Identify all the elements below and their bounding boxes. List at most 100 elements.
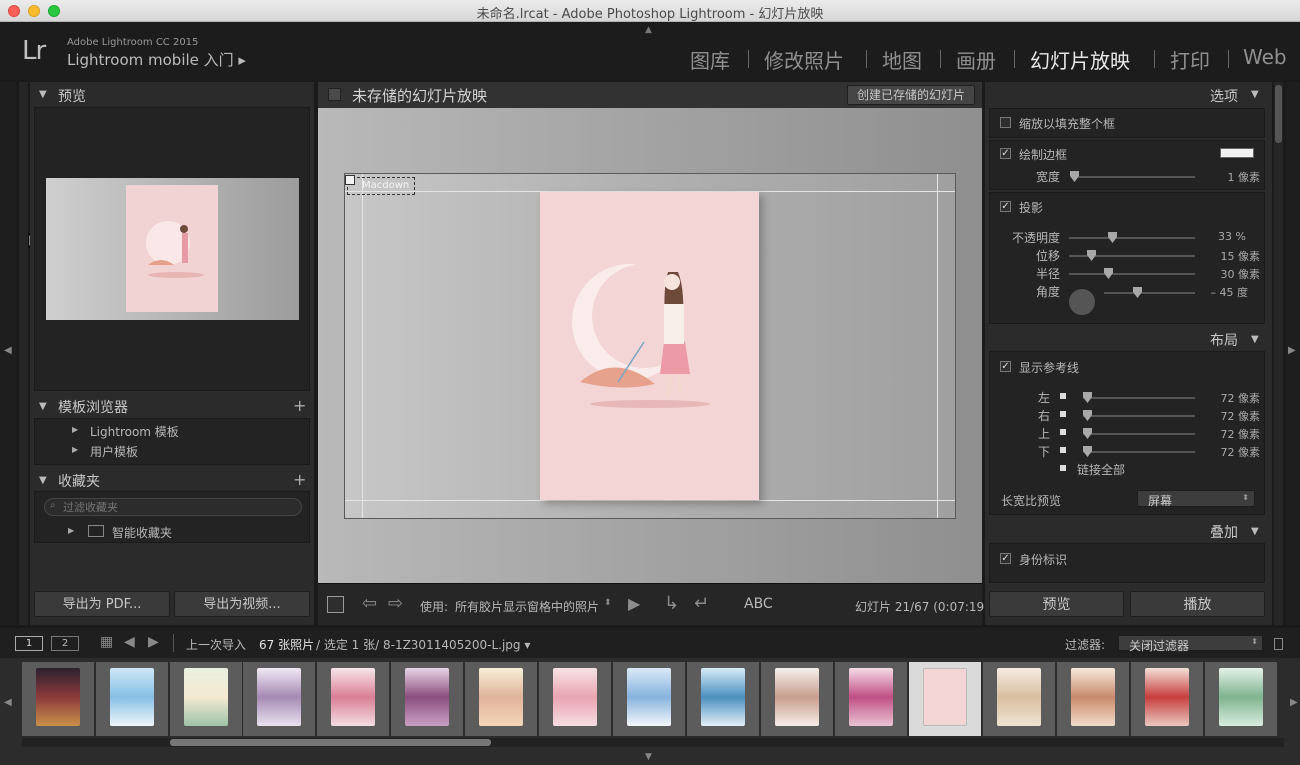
expand-triangle-icon[interactable]: ▶ [68,526,74,535]
add-text-button[interactable]: ABC [744,596,773,612]
collapse-left-icon[interactable]: ◀ [4,345,12,356]
mobile-link[interactable]: Lightroom mobile 入门 ▸ [67,49,246,70]
filmstrip-cell[interactable] [317,662,389,736]
guide-right-slider-track[interactable] [1083,415,1195,417]
rotate-right-icon[interactable]: ↳ [664,593,679,614]
primary-window-button[interactable]: 1 [15,636,43,651]
angle-value[interactable]: – 45 度 [1200,284,1249,300]
link-all-label[interactable]: 链接全部 [1077,461,1125,478]
export-pdf-button[interactable]: 导出为 PDF... [34,591,170,617]
template-folder-lightroom[interactable]: Lightroom 模板 [90,423,179,440]
add-collection-icon[interactable]: + [293,470,306,489]
width-slider-track[interactable] [1071,176,1195,178]
next-arrow-icon[interactable]: ⇨ [388,593,403,614]
filmstrip-cell-selected[interactable] [909,662,981,736]
template-folder-user[interactable]: 用户模板 [90,443,138,460]
filmstrip-cell[interactable] [465,662,537,736]
link-all-toggle[interactable] [1060,465,1066,471]
filmstrip-cell[interactable] [613,662,685,736]
guide-top-value[interactable]: 72 像素 [1200,426,1261,442]
filmstrip-cell[interactable] [96,662,168,736]
collapse-triangle-icon[interactable]: ▼ [39,475,47,486]
guide-link-toggle[interactable] [1060,393,1066,399]
guide-link-toggle[interactable] [1060,411,1066,417]
add-template-icon[interactable]: + [293,396,306,415]
expand-triangle-icon[interactable]: ▶ [72,445,78,454]
filmstrip-cell[interactable] [22,662,94,736]
collapse-triangle-icon[interactable]: ▼ [1251,334,1259,345]
grid-view-icon[interactable]: ▦ [100,634,113,650]
collapse-triangle-icon[interactable]: ▼ [39,89,47,100]
select-stepper-icon[interactable]: ⬍ [604,598,612,608]
module-slideshow[interactable]: 幻灯片放映 [1030,45,1130,74]
filmstrip-cell[interactable] [170,662,242,736]
export-video-button[interactable]: 导出为视频... [174,591,310,617]
collapse-triangle-icon[interactable]: ▼ [39,401,47,412]
collection-smart[interactable]: 智能收藏夹 [112,524,172,541]
module-book[interactable]: 画册 [956,45,996,74]
guide-link-toggle[interactable] [1060,447,1066,453]
shadow-checkbox[interactable]: ✓ [1000,201,1011,212]
guide-top-slider-track[interactable] [1083,433,1195,435]
resize-handle[interactable] [345,175,355,185]
collections-title[interactable]: 收藏夹 [58,471,100,491]
guide-left-value[interactable]: 72 像素 [1200,390,1261,406]
filmstrip-cell[interactable] [539,662,611,736]
guide-bottom[interactable] [345,500,955,501]
filmstrip-source[interactable]: 上一次导入 [186,636,246,653]
filmstrip-scrollbar[interactable] [170,739,491,746]
collapse-triangle-icon[interactable]: ▼ [1251,89,1259,100]
selection-info[interactable]: / 选定 1 张/ 8-1Z3011405200-L.jpg ▾ [316,636,530,653]
forward-arrow-icon[interactable]: ▶ [148,634,159,650]
guide-left[interactable] [362,174,363,518]
slide-photo[interactable] [540,192,759,500]
options-title[interactable]: 选项 [1210,86,1238,106]
filter-select[interactable]: 关闭过滤器 ⬍ [1118,635,1263,653]
collapse-top-icon[interactable]: ▲ [645,25,652,35]
opacity-value[interactable]: 33 % [1200,230,1246,243]
previous-arrow-icon[interactable]: ⇦ [362,593,377,614]
guide-bottom-slider-track[interactable] [1083,451,1195,453]
collapse-bottom-icon[interactable]: ▼ [645,752,652,762]
collections-search-input[interactable] [44,498,302,516]
rotate-left-icon[interactable]: ↵ [694,593,709,614]
right-panel-scrollbar[interactable] [1275,85,1282,143]
filmstrip-cell[interactable] [983,662,1055,736]
create-saved-slideshow-button[interactable]: 创建已存储的幻灯片 [847,85,975,105]
back-arrow-icon[interactable]: ◀ [124,634,135,650]
layout-title[interactable]: 布局 [1210,330,1238,350]
expand-triangle-icon[interactable]: ▶ [72,425,78,434]
collapse-triangle-icon[interactable]: ▼ [1251,526,1259,537]
module-map[interactable]: 地图 [882,45,922,74]
filmstrip-cell[interactable] [687,662,759,736]
radius-value[interactable]: 30 像素 [1200,266,1261,282]
angle-dial[interactable] [1068,288,1096,316]
radius-slider-track[interactable] [1069,273,1195,275]
module-web[interactable]: Web [1243,45,1287,69]
guide-left-slider-track[interactable] [1083,397,1195,399]
offset-value[interactable]: 15 像素 [1200,248,1261,264]
width-value[interactable]: 1 像素 [1200,169,1261,185]
filmstrip-cell[interactable] [243,662,315,736]
photo-count[interactable]: 67 张照片 [259,636,314,653]
guide-right-value[interactable]: 72 像素 [1200,408,1261,424]
filmstrip-cell[interactable] [1131,662,1203,736]
secondary-window-button[interactable]: 2 [51,636,79,651]
filmstrip-cell[interactable] [391,662,463,736]
angle-slider-track[interactable] [1104,292,1195,294]
show-guides-checkbox[interactable]: ✓ [1000,361,1011,372]
preview-button[interactable]: 预览 [989,591,1124,617]
play-icon[interactable]: ▶ [628,594,640,613]
guide-right[interactable] [937,174,938,518]
stroke-border-checkbox[interactable]: ✓ [1000,148,1011,159]
identity-plate-overlay[interactable]: Macdown [347,177,415,195]
aspect-preview-select[interactable]: 屏幕 ⬍ [1137,490,1255,508]
filter-lock-icon[interactable] [1274,638,1283,650]
left-panel-scrollbar[interactable] [19,82,28,625]
filmstrip-cell[interactable] [1057,662,1129,736]
guide-link-toggle[interactable] [1060,429,1066,435]
filmstrip-cell[interactable] [835,662,907,736]
opacity-slider-track[interactable] [1069,237,1195,239]
module-develop[interactable]: 修改照片 [764,45,844,74]
zoom-fill-checkbox[interactable] [1000,117,1011,128]
